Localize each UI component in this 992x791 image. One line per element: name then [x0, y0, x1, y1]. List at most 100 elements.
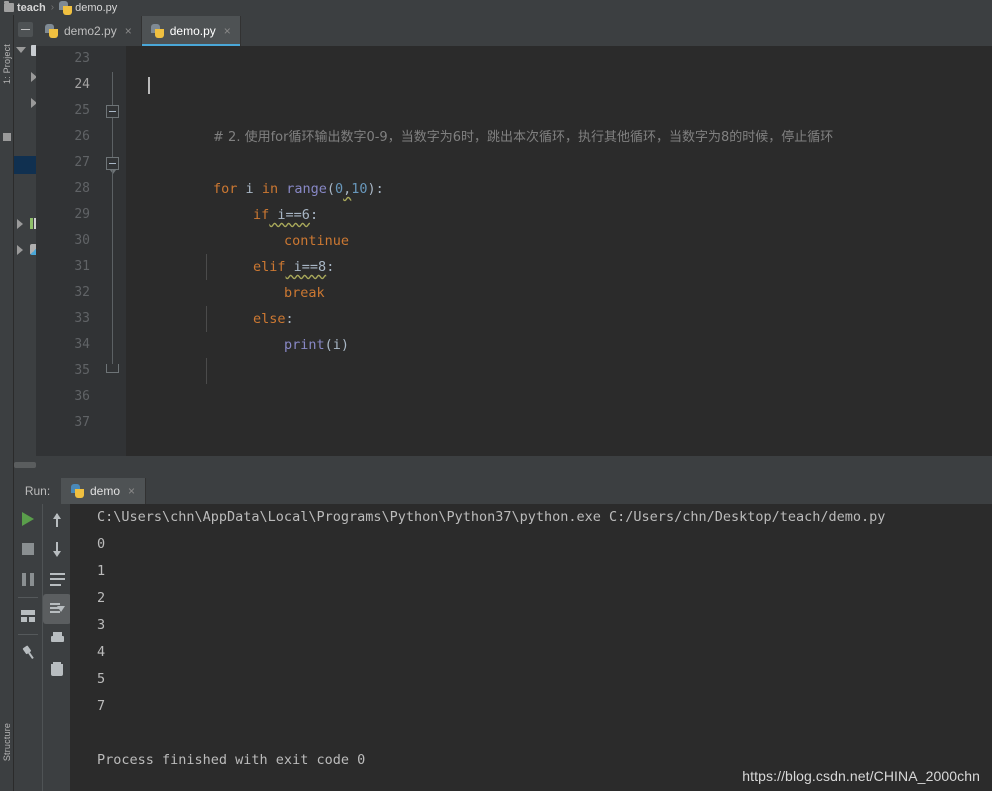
line-number: 24 [74, 77, 90, 92]
line-number: 29 [74, 207, 90, 222]
run-toolbar-secondary [42, 504, 71, 791]
run-tab-demo[interactable]: demo × [61, 478, 147, 504]
toolbar-divider [18, 634, 38, 635]
console-stripe-expand-icon[interactable] [17, 245, 23, 255]
code-line-27: for i in range(0,10): [148, 150, 384, 197]
breadcrumb-file-label: demo.py [75, 1, 118, 14]
editor-horizontal-scrollbar[interactable] [14, 462, 36, 468]
expand-all-icon[interactable] [16, 47, 26, 53]
stop-button[interactable] [14, 534, 42, 564]
pause-output-button[interactable] [14, 564, 42, 594]
pycharm-window: teach › demo.py 1: Project Structure dem… [0, 0, 992, 791]
editor-gutter-icons [14, 16, 41, 456]
console-output-line: 5 [97, 671, 106, 687]
console-output-line: 4 [97, 644, 106, 660]
code-line-30: elif i==8: [188, 228, 334, 275]
code-line-32: else: [188, 280, 294, 327]
line-number: 28 [74, 181, 90, 196]
watermark: https://blog.csdn.net/CHINA_2000chn [742, 768, 980, 784]
code-line-33: print(i) [219, 306, 349, 353]
trash-icon [51, 662, 63, 676]
layout-button[interactable] [14, 601, 42, 631]
toolbar-divider [18, 597, 38, 598]
python-file-icon [150, 24, 164, 38]
line-number: 35 [74, 363, 90, 378]
line-number: 26 [74, 129, 90, 144]
python-file-icon [59, 0, 73, 15]
pause-icon [22, 572, 34, 586]
run-tool-window: Run: demo × C:\Users\chn\AppData\Local\P… [14, 470, 992, 791]
folder-icon [4, 1, 14, 12]
line-number: 36 [74, 389, 90, 404]
stop-icon [22, 543, 34, 555]
editor-tab-label: demo2.py [64, 24, 117, 38]
clear-all-button[interactable] [43, 654, 71, 684]
print-button[interactable] [43, 624, 71, 654]
breadcrumb-file[interactable]: demo.py [59, 0, 118, 15]
console-exit-message: Process finished with exit code 0 [97, 752, 366, 768]
run-window-title: Run: [24, 484, 51, 498]
pin-icon [19, 644, 38, 663]
code-text-area[interactable]: # 2. 使用for循环输出数字0-9，当数字为6时，跳出本次循环，执行其他循环… [126, 46, 992, 456]
colon-token: : [326, 259, 335, 275]
line-number: 32 [74, 285, 90, 300]
code-line-29: continue [219, 202, 349, 249]
fold-guide-line [112, 170, 113, 365]
run-toolbar-primary [14, 504, 42, 791]
console-output-line: 0 [97, 536, 106, 552]
soft-wrap-button[interactable] [43, 564, 71, 594]
close-icon[interactable]: × [125, 25, 132, 37]
editor-tab-bar: demo2.py × demo.py × [36, 16, 992, 46]
play-icon [22, 512, 34, 526]
code-editor[interactable]: 23 24 25 26 27 28 29 30 31 32 33 34 35 3… [36, 46, 992, 456]
close-icon[interactable]: × [224, 25, 231, 37]
code-folding-gutter[interactable] [100, 46, 126, 456]
comment-token: # 2. 使用for循环输出数字0-9，当数字为6时，跳出本次循环，执行其他循环… [213, 130, 834, 145]
line-number-gutter: 23 24 25 26 27 28 29 30 31 32 33 34 35 3… [36, 46, 100, 456]
fold-toggle-comment[interactable] [106, 105, 119, 118]
down-stacktrace-button[interactable] [43, 534, 71, 564]
run-tab-label: demo [90, 484, 121, 498]
breadcrumb: teach › demo.py [0, 0, 992, 15]
arrow-down-icon [51, 541, 63, 557]
code-line-31: break [219, 254, 325, 301]
text-caret [148, 77, 150, 94]
line-number: 33 [74, 311, 90, 326]
code-line-25: # 2. 使用for循环输出数字0-9，当数字为6时，跳出本次循环，执行其他循环… [148, 98, 833, 145]
print-icon [50, 632, 65, 646]
line-number: 34 [74, 337, 90, 352]
fold-toggle-for-loop[interactable] [106, 157, 119, 174]
close-icon[interactable]: × [128, 485, 135, 497]
console-output[interactable]: C:\Users\chn\AppData\Local\Programs\Pyth… [70, 504, 992, 791]
line-number: 37 [74, 415, 90, 430]
up-stacktrace-button[interactable] [43, 504, 71, 534]
favorites-stripe-icon[interactable] [3, 133, 11, 141]
function-print: print [284, 337, 325, 353]
fold-guide-line [112, 72, 113, 106]
run-stripe-expand-icon[interactable] [17, 219, 23, 229]
console-command-line: C:\Users\chn\AppData\Local\Programs\Pyth… [97, 509, 886, 525]
console-output-line: 7 [97, 698, 106, 714]
scroll-end-icon [49, 602, 65, 616]
left-tool-stripe: 1: Project Structure [0, 15, 14, 791]
paren-open: ( [326, 181, 335, 197]
wrap-icon [49, 572, 65, 586]
number-10: 10 [351, 181, 368, 197]
editor-tab-demo2[interactable]: demo2.py × [36, 16, 142, 46]
pin-tab-button[interactable] [14, 638, 42, 668]
arrow-up-icon [51, 512, 63, 527]
code-line-28: if i==6: [188, 176, 318, 223]
python-file-icon [45, 24, 58, 38]
layout-icon [21, 610, 35, 622]
console-output-line: 1 [97, 563, 106, 579]
hide-panel-button[interactable] [18, 22, 33, 37]
scroll-to-end-button[interactable] [43, 594, 71, 624]
fold-region-end [106, 364, 119, 373]
line-number: 25 [74, 103, 90, 118]
run-button[interactable] [14, 504, 42, 534]
line-number: 27 [74, 155, 90, 170]
gutter-selection-band [14, 156, 36, 174]
breadcrumb-folder[interactable]: teach [4, 1, 46, 14]
editor-tab-demo[interactable]: demo.py × [141, 16, 241, 46]
number-0: 0 [335, 181, 344, 197]
